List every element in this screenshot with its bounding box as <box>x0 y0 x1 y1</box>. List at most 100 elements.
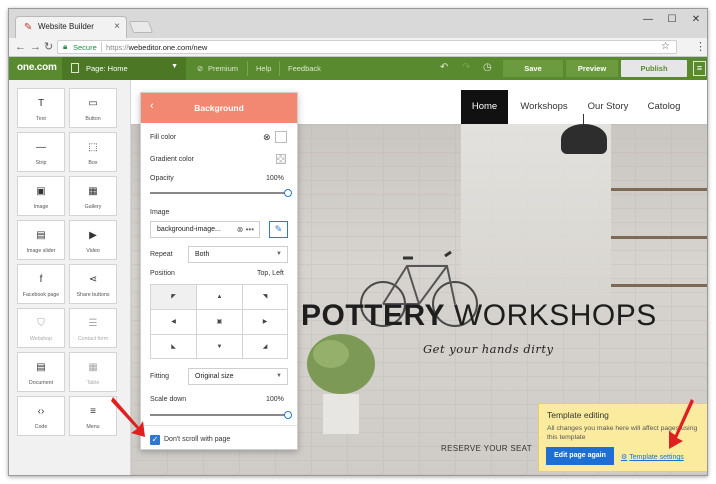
minimize-button[interactable]: — <box>641 13 655 27</box>
chevron-down-icon: ▼ <box>171 63 178 70</box>
site-menu-workshops[interactable]: Workshops <box>514 90 574 124</box>
image-options-icon[interactable]: ⊗ ••• <box>237 222 254 237</box>
page-selector[interactable]: Page: Home ▼ <box>62 57 186 80</box>
annotation-arrow-icon <box>669 399 694 449</box>
sidebar-tile-icon: ‹› <box>37 406 45 417</box>
hero-subtitle[interactable]: Get your hands dirty <box>423 342 554 356</box>
sidebar-tile-document[interactable]: ▤ Document <box>17 352 65 392</box>
position-cell-7[interactable]: ▼ <box>197 335 243 358</box>
dont-scroll-label: Don't scroll with page <box>164 436 231 443</box>
help-link[interactable]: Help <box>256 64 271 73</box>
sidebar-tile-code[interactable]: ‹› Code <box>17 396 65 436</box>
publish-button[interactable]: Publish <box>621 60 687 77</box>
divider <box>141 425 297 426</box>
chevron-down-icon: ▼ <box>276 251 282 257</box>
gear-icon: ⚙ <box>621 454 628 461</box>
position-cell-1[interactable]: ▲ <box>197 285 243 310</box>
opacity-slider[interactable] <box>150 189 292 197</box>
sidebar-tile-facebook-page[interactable]: f Facebook page <box>17 264 65 304</box>
position-cell-5[interactable]: ▶ <box>243 310 287 335</box>
site-menu-our-story[interactable]: Our Story <box>583 90 633 124</box>
position-cell-8[interactable]: ◢ <box>243 335 287 358</box>
sidebar-tile-label: Image <box>33 204 49 210</box>
edit-image-icon[interactable]: ✎ <box>269 221 288 238</box>
site-menu-home[interactable]: Home <box>461 90 508 124</box>
sidebar-tile-text[interactable]: T Text <box>17 88 65 128</box>
close-tab-icon[interactable]: × <box>114 21 120 32</box>
redo-icon[interactable]: ↷ <box>462 62 470 73</box>
gradient-color-swatch[interactable] <box>276 154 286 164</box>
scale-down-slider[interactable] <box>150 411 292 419</box>
sidebar-tile-icon: ⛉ <box>37 318 45 329</box>
sidebar-tile-image[interactable]: ▣ Image <box>17 176 65 216</box>
repeat-select[interactable]: Both ▼ <box>188 246 288 263</box>
back-icon[interactable]: ← <box>15 39 26 55</box>
sidebar-tile-gallery[interactable]: ▦ Gallery <box>69 176 117 216</box>
sidebar-tile-webshop[interactable]: ⛉ Webshop <box>17 308 65 348</box>
pendant-lamp-image <box>561 124 607 154</box>
page-icon <box>71 63 79 73</box>
sidebar-tile-label: Contact form <box>77 336 109 342</box>
position-cell-2[interactable]: ◥ <box>243 285 287 310</box>
sidebar-tile-table[interactable]: ▦ Table <box>69 352 117 392</box>
position-cell-4[interactable]: ▣ <box>197 310 243 335</box>
sidebar-tile-icon: — <box>36 142 46 153</box>
sidebar-tile-box[interactable]: ⬚ Box <box>69 132 117 172</box>
fitting-label: Fitting <box>150 373 170 380</box>
fill-color-swatch[interactable] <box>275 131 287 143</box>
bookmark-star-icon[interactable]: ☆ <box>661 41 670 52</box>
sidebar-tile-label: Video <box>86 248 100 254</box>
sidebar-tile-strip[interactable]: — Strip <box>17 132 65 172</box>
template-settings-link[interactable]: ⚙ Template settings <box>621 453 684 461</box>
reserve-seat-link[interactable]: RESERVE YOUR SEAT <box>441 444 532 453</box>
address-input[interactable]: 🔒︎ Secure https://webeditor.one.com/new … <box>57 40 677 54</box>
history-icon[interactable]: ◷ <box>483 62 492 73</box>
gradient-color-label: Gradient color <box>150 156 194 163</box>
save-button[interactable]: Save <box>503 60 563 77</box>
position-cell-3[interactable]: ◀ <box>151 310 197 335</box>
repeat-label: Repeat <box>150 251 173 258</box>
image-field[interactable]: background-image... ⊗ ••• <box>150 221 260 238</box>
feedback-link[interactable]: Feedback <box>288 64 321 73</box>
sidebar-tile-label: Facebook page <box>22 292 60 298</box>
new-tab-button[interactable] <box>128 21 154 33</box>
sidebar-tile-image-slider[interactable]: ▤ Image slider <box>17 220 65 260</box>
maximize-button[interactable]: ☐ <box>665 13 679 27</box>
hero-title[interactable]: POTTERY WORKSHOPS <box>301 299 657 333</box>
sidebar-tile-button[interactable]: ▭ Button <box>69 88 117 128</box>
position-cell-0[interactable]: ◤ <box>151 285 197 310</box>
divider <box>101 42 102 52</box>
lock-icon: 🔒︎ <box>63 42 68 51</box>
fitting-select[interactable]: Original size ▼ <box>188 368 288 385</box>
position-grid: ◤ ▲ ◥ ◀ ▣ ▶ ◣ ▼ ◢ <box>150 284 288 359</box>
sidebar-tile-share-buttons[interactable]: ⋖ Share buttons <box>69 264 117 304</box>
site-menu-catolog[interactable]: Catolog <box>642 90 686 124</box>
image-field-value: background-image... <box>157 226 221 233</box>
sidebar-tile-icon: ▭ <box>88 98 98 109</box>
template-settings-label: Template settings <box>629 454 684 461</box>
hero-window-image <box>461 124 611 324</box>
scale-down-slider-knob[interactable] <box>284 411 292 419</box>
sidebar-tile-video[interactable]: ▶ Video <box>69 220 117 260</box>
favicon-icon: ✎ <box>24 22 33 33</box>
preview-button[interactable]: Preview <box>566 60 618 77</box>
reload-icon[interactable]: ↻ <box>44 39 53 55</box>
hamburger-menu-icon[interactable]: ≡ <box>693 61 706 76</box>
premium-link[interactable]: Premium <box>208 64 238 73</box>
sidebar-tile-label: Document <box>28 380 54 386</box>
browser-menu-icon[interactable]: ⋮ <box>695 40 706 53</box>
hero-title-rest: WORKSHOPS <box>445 299 657 332</box>
dont-scroll-checkbox[interactable]: ✓ <box>150 435 160 445</box>
undo-icon[interactable]: ↶ <box>440 62 448 73</box>
opacity-slider-knob[interactable] <box>284 189 292 197</box>
divider <box>247 61 248 76</box>
browser-tab[interactable]: ✎ Website Builder × <box>15 16 127 38</box>
close-window-button[interactable]: ✕ <box>689 13 703 27</box>
position-cell-6[interactable]: ◣ <box>151 335 197 358</box>
edit-page-again-button[interactable]: Edit page again <box>546 447 614 465</box>
clear-fill-icon[interactable]: ⊗ <box>263 132 271 143</box>
sidebar-tile-label: Text <box>36 116 46 122</box>
shelf <box>611 284 707 287</box>
sidebar-tile-contact-form[interactable]: ☰ Contact form <box>69 308 117 348</box>
forward-icon[interactable]: → <box>30 39 41 55</box>
